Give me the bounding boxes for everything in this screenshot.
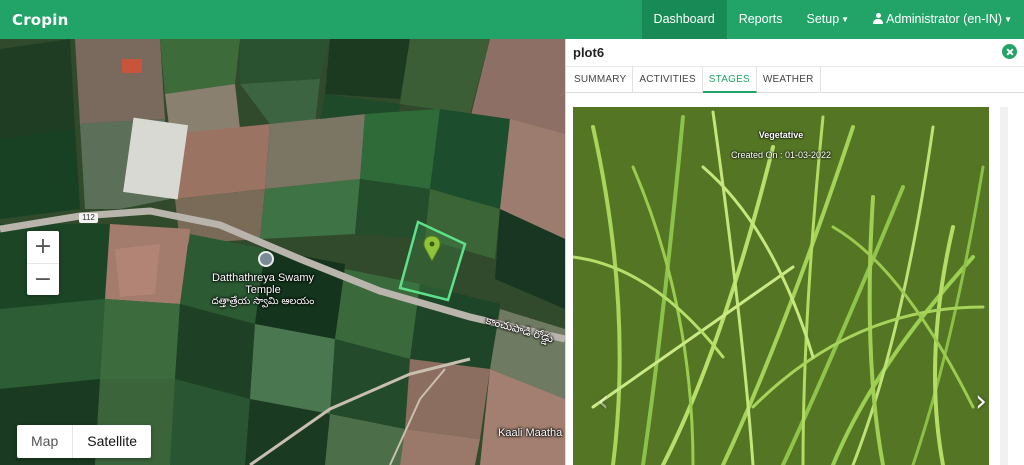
temple-label[interactable]: Datthathreya Swamy Temple [203, 272, 323, 296]
caret-down-icon: ▼ [1004, 15, 1012, 24]
plot-tabs: SUMMARY ACTIVITIES STAGES WEATHER [566, 66, 1024, 93]
nav-setup[interactable]: Setup ▼ [794, 0, 861, 39]
carousel-prev-icon[interactable]: ‹ [597, 387, 609, 417]
plot-title: plot6 [573, 45, 605, 60]
nav-user-menu[interactable]: Administrator (en-IN) ▼ [861, 0, 1024, 39]
panel-scrollbar[interactable] [1000, 107, 1008, 465]
stage-name: Vegetative [758, 130, 804, 140]
nav-reports[interactable]: Reports [727, 0, 795, 39]
top-navbar: Cropin Dashboard Reports Setup ▼ Administ… [0, 0, 1024, 39]
main-nav: Dashboard Reports Setup ▼ Administrator (… [641, 0, 1024, 39]
nav-user-label: Administrator (en-IN) [886, 12, 1003, 26]
tab-activities[interactable]: ACTIVITIES [633, 67, 703, 93]
zoom-out-button[interactable]: − [27, 263, 59, 295]
cropin-logo[interactable]: Cropin [12, 11, 68, 29]
map-type-satellite-button[interactable]: Satellite [72, 425, 151, 458]
nav-dashboard[interactable]: Dashboard [641, 0, 727, 39]
satellite-map[interactable]: 112 Datthathreya Swamy Temple దత్తాత్రేయ… [0, 39, 565, 465]
road-number-badge: 112 [79, 213, 98, 223]
nav-reports-label: Reports [738, 12, 783, 26]
place-label[interactable]: Kaali Maatha [498, 427, 565, 439]
temple-label-telugu: దత్తాత్రేయ స్వామి ఆలయం [211, 296, 315, 307]
nav-setup-label: Setup [806, 12, 840, 26]
stage-photo-carousel[interactable]: Vegetative Created On : 01-03-2022 ‹ › [573, 107, 989, 465]
map-type-map-button[interactable]: Map [17, 425, 72, 458]
zoom-control: + − [27, 231, 59, 295]
plot-detail-panel: plot6 SUMMARY ACTIVITIES STAGES WEATHER [565, 39, 1024, 465]
tab-stages[interactable]: STAGES [702, 67, 757, 93]
nav-dashboard-label: Dashboard [653, 12, 715, 26]
satellite-imagery [0, 39, 565, 465]
carousel-next-icon[interactable]: › [975, 387, 987, 417]
stage-created-date: Created On : 01-03-2022 [730, 150, 832, 160]
tab-summary[interactable]: SUMMARY [568, 67, 634, 93]
crop-photo [573, 107, 989, 465]
close-icon[interactable] [1002, 44, 1017, 59]
map-type-control: Map Satellite [17, 425, 152, 458]
tab-weather[interactable]: WEATHER [757, 67, 821, 93]
caret-down-icon: ▼ [841, 15, 850, 24]
zoom-in-button[interactable]: + [27, 231, 59, 263]
user-icon [873, 13, 884, 24]
